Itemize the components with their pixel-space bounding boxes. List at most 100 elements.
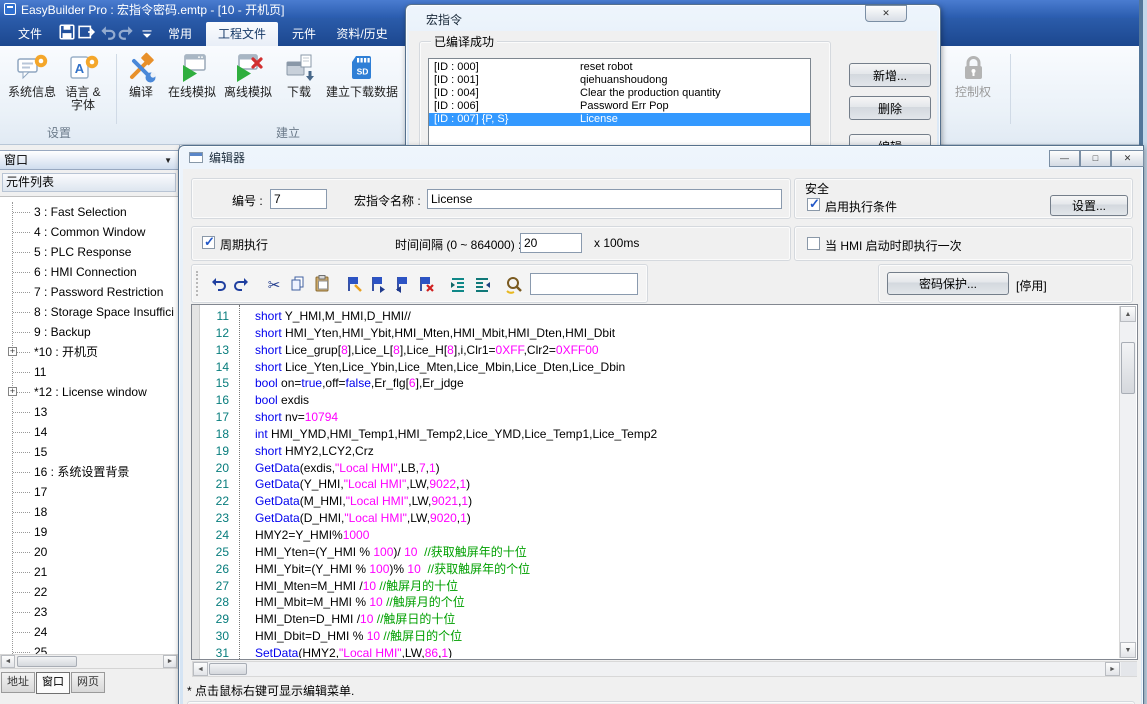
macro-name: reset robot [580, 61, 633, 74]
add-macro-button[interactable]: 新增... [849, 63, 931, 87]
more-dropdown-icon[interactable] [138, 23, 156, 41]
sidebar-horizontal-scrollbar[interactable]: ◄ ► [0, 654, 178, 669]
startup-label: 当 HMI 启动时即执行一次 [825, 237, 962, 254]
tree-item[interactable]: 19 [0, 522, 178, 542]
ribbon-button-language-font[interactable]: A语言 & 字体 [60, 48, 106, 114]
menu-tab-2[interactable]: 工程文件 [206, 22, 278, 46]
undo-icon[interactable] [208, 274, 228, 294]
menu-tab-3[interactable]: 元件 [282, 22, 326, 46]
ribbon-button-online-sim[interactable]: 在线模拟 [164, 48, 220, 101]
tree-item[interactable]: 16 : 系统设置背景 [0, 462, 178, 482]
tree-item[interactable]: 4 : Common Window [0, 222, 178, 242]
ribbon-button-offline-sim[interactable]: 离线模拟 [220, 48, 276, 101]
redo-icon[interactable] [232, 274, 252, 294]
tree-item[interactable]: 9 : Backup [0, 322, 178, 342]
search-input[interactable] [530, 273, 638, 295]
bookmark-edit-icon[interactable] [344, 274, 364, 294]
delete-macro-button[interactable]: 删除 [849, 96, 931, 120]
object-list-header[interactable]: 元件列表 [2, 173, 176, 192]
macro-list-row[interactable]: [ID : 006]Password Err Pop [429, 100, 810, 113]
macro-dialog-titlebar[interactable]: 宏指令 ✕ [406, 5, 940, 29]
ribbon-button-download[interactable]: 下载 [276, 48, 322, 101]
ribbon-button-compile[interactable]: 编译 [118, 48, 164, 101]
tree-item[interactable]: 11 [0, 362, 178, 382]
tree-item[interactable]: 13 [0, 402, 178, 422]
bookmark-next-icon[interactable] [368, 274, 388, 294]
tree-item[interactable]: 7 : Password Restriction [0, 282, 178, 302]
scrollbar-thumb[interactable] [1121, 342, 1135, 394]
macro-list-row[interactable]: [ID : 001]qiehuanshoudong [429, 74, 810, 87]
periodic-checkbox[interactable] [202, 236, 215, 249]
minimize-icon[interactable]: — [1049, 150, 1080, 167]
code-horizontal-scrollbar[interactable]: ◄ ► [192, 661, 1137, 677]
menu-tab-4[interactable]: 资料/历史 [330, 22, 394, 46]
tree-item[interactable]: 21 [0, 562, 178, 582]
toolbar-grip[interactable] [196, 271, 199, 296]
bookmark-prev-icon[interactable] [392, 274, 412, 294]
scroll-down-icon[interactable]: ▼ [1120, 642, 1136, 658]
macro-list-row[interactable]: [ID : 004]Clear the production quantity [429, 87, 810, 100]
tree-item[interactable]: 3 : Fast Selection [0, 202, 178, 222]
scrollbar-thumb[interactable] [17, 656, 77, 667]
scroll-left-icon[interactable]: ◄ [193, 662, 208, 676]
code-vertical-scrollbar[interactable]: ▲ ▼ [1119, 306, 1136, 658]
close-icon[interactable]: ✕ [1111, 150, 1144, 167]
code-editor[interactable]: 11short Y_HMI,M_HMI,D_HMI//12short HMI_Y… [191, 304, 1138, 660]
tree-item[interactable]: 22 [0, 582, 178, 602]
tree-item[interactable]: 15 [0, 442, 178, 462]
macro-id-input[interactable] [270, 189, 327, 209]
outdent-icon[interactable] [472, 274, 492, 294]
save-icon[interactable] [58, 23, 76, 41]
tree-item[interactable]: 6 : HMI Connection [0, 262, 178, 282]
bookmark-clear-icon[interactable] [416, 274, 436, 294]
tree-item[interactable]: 23 [0, 602, 178, 622]
tree-item-label: 16 : 系统设置背景 [34, 465, 129, 479]
cut-icon[interactable]: ✂ [264, 274, 284, 294]
file-menu-button[interactable]: 文件 [10, 23, 50, 44]
expand-icon[interactable]: + [8, 387, 17, 396]
undo-icon[interactable] [98, 23, 116, 41]
interval-input[interactable] [520, 233, 582, 253]
tree-item[interactable]: 24 [0, 622, 178, 642]
chevron-down-icon[interactable]: ▼ [164, 152, 172, 170]
editor-titlebar[interactable]: 编辑器 — □ ✕ [179, 146, 1143, 169]
scroll-up-icon[interactable]: ▲ [1120, 306, 1136, 322]
startup-checkbox[interactable] [807, 237, 820, 250]
sidebar-tab-1[interactable]: 地址 [1, 672, 35, 693]
export-icon[interactable] [78, 23, 96, 41]
maximize-icon[interactable]: □ [1080, 150, 1111, 167]
close-icon[interactable]: ✕ [865, 5, 907, 22]
copy-icon[interactable] [288, 274, 308, 294]
macro-list-row[interactable]: [ID : 000]reset robot [429, 61, 810, 74]
startup-groupbox: 当 HMI 启动时即执行一次 [794, 226, 1133, 261]
tree-item[interactable]: 20 [0, 542, 178, 562]
redo-icon[interactable] [118, 23, 136, 41]
exec-condition-checkbox[interactable] [807, 198, 820, 211]
macro-name-input[interactable] [427, 189, 782, 209]
tree-item[interactable]: 18 [0, 502, 178, 522]
expand-icon[interactable]: + [8, 347, 17, 356]
sidebar-tab-3[interactable]: 网页 [71, 672, 105, 693]
panel-header[interactable]: 窗口 ▼ [0, 150, 178, 170]
tree-item[interactable]: 8 : Storage Space Insuffici [0, 302, 178, 322]
ribbon-button-system-info[interactable]: 系统信息 [4, 48, 60, 101]
scroll-right-icon[interactable]: ► [163, 655, 177, 668]
tree-item[interactable]: 25 [0, 642, 178, 654]
menu-tab-1[interactable]: 常用 [158, 22, 202, 46]
password-protect-button[interactable]: 密码保护... [887, 272, 1009, 295]
indent-icon[interactable] [448, 274, 468, 294]
scroll-left-icon[interactable]: ◄ [1, 655, 15, 668]
tree-item[interactable]: +*10 : 开机页 [0, 342, 178, 362]
tree-item[interactable]: +*12 : License window [0, 382, 178, 402]
ribbon-button-sd-card[interactable]: SD建立下载数据 [322, 48, 402, 101]
tree-item[interactable]: 5 : PLC Response [0, 242, 178, 262]
find-replace-icon[interactable] [504, 274, 524, 294]
scroll-right-icon[interactable]: ► [1105, 662, 1120, 676]
tree-item[interactable]: 14 [0, 422, 178, 442]
macro-list-row[interactable]: [ID : 007] {P, S}License [429, 113, 810, 126]
settings-button[interactable]: 设置... [1050, 195, 1128, 216]
tree-item[interactable]: 17 [0, 482, 178, 502]
paste-icon[interactable] [312, 274, 332, 294]
sidebar-tab-2[interactable]: 窗口 [36, 672, 70, 694]
scrollbar-thumb[interactable] [209, 663, 247, 675]
